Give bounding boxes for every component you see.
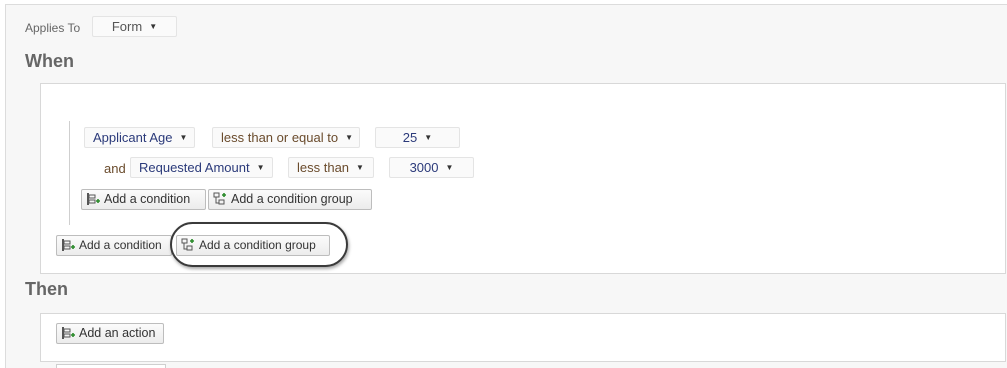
add-action-button[interactable]: Add an action (56, 323, 164, 344)
caret-down-icon: ▼ (445, 163, 454, 172)
caret-down-icon: ▼ (345, 133, 353, 142)
highlight-circle (170, 222, 348, 267)
group-add-condition-button[interactable]: Add a condition (81, 189, 206, 210)
condition2-operator-dropdown[interactable]: less than ▼ (288, 157, 374, 178)
condition2-connector: and (104, 161, 126, 176)
caret-down-icon: ▼ (179, 133, 188, 142)
add-condition-icon (62, 239, 75, 251)
applies-to-value: Form (111, 19, 143, 34)
group-add-condition-group-label: Add a condition group (231, 192, 353, 206)
condition-group-bracket (69, 121, 70, 225)
condition1-field-dropdown[interactable]: Applicant Age ▼ (84, 127, 195, 148)
then-actions-box (40, 313, 1006, 362)
condition1-value: 25 (402, 130, 418, 145)
condition2-operator: less than (297, 160, 350, 175)
add-condition-button[interactable]: Add a condition (56, 235, 172, 256)
condition1-value-dropdown[interactable]: 25 ▼ (375, 127, 460, 148)
add-action-icon (62, 327, 75, 339)
then-heading: Then (25, 279, 68, 299)
condition2-field-dropdown[interactable]: Requested Amount ▼ (130, 157, 273, 178)
when-heading: When (25, 51, 74, 71)
applies-to-dropdown[interactable]: Form ▼ (92, 16, 177, 37)
group-add-condition-group-button[interactable]: Add a condition group (208, 189, 372, 210)
group-add-condition-label: Add a condition (104, 192, 191, 206)
next-section-stub (56, 364, 166, 368)
caret-down-icon: ▼ (356, 163, 364, 172)
applies-to-label: Applies To (25, 21, 81, 35)
condition2-field: Requested Amount (139, 160, 250, 175)
caret-down-icon: ▼ (424, 133, 433, 142)
add-condition-group-icon (213, 192, 226, 205)
condition1-operator: less than or equal to (221, 130, 339, 145)
caret-down-icon: ▼ (256, 163, 265, 172)
condition1-field: Applicant Age (93, 130, 173, 145)
condition1-operator-dropdown[interactable]: less than or equal to ▼ (212, 127, 360, 148)
add-condition-icon (87, 193, 100, 205)
add-condition-label: Add a condition (79, 238, 162, 252)
condition2-value: 3000 (409, 160, 439, 175)
caret-down-icon: ▼ (149, 22, 158, 31)
add-action-label: Add an action (79, 326, 156, 340)
condition2-value-dropdown[interactable]: 3000 ▼ (389, 157, 474, 178)
